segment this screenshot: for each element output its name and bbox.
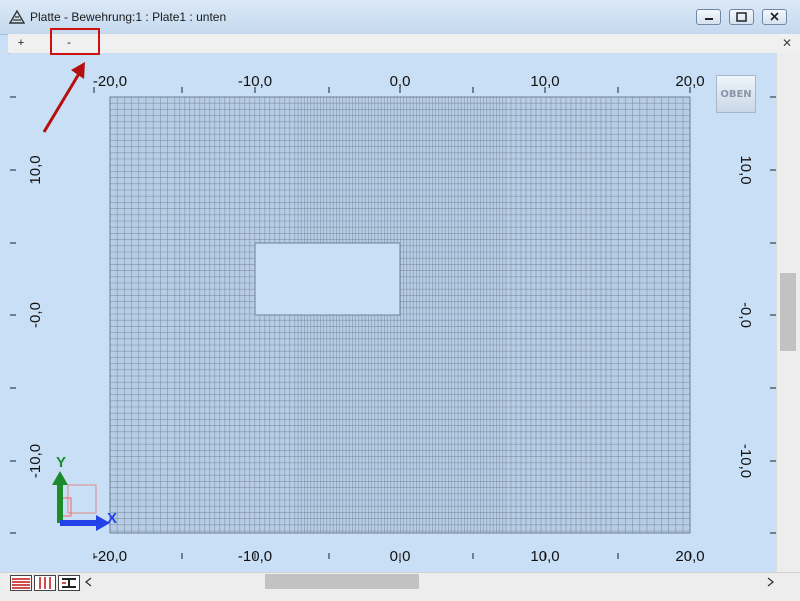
ruler-label-top: 10,0 bbox=[530, 73, 559, 90]
ruler-label-bottom: 10,0 bbox=[530, 548, 559, 565]
ruler-label-right: -10,0 bbox=[737, 444, 754, 478]
horizontal-scrollbar[interactable] bbox=[82, 573, 782, 591]
horizontal-scroll-thumb bbox=[265, 574, 419, 589]
ruler-label-bottom: 0,0 bbox=[390, 548, 411, 565]
window-title: Platte - Bewehrung:1 : Plate1 : unten bbox=[30, 10, 227, 24]
x-axis-label: X bbox=[107, 510, 117, 527]
view-tab-bar: + - ✕ bbox=[8, 34, 800, 54]
plate-opening bbox=[254, 242, 401, 316]
ruler-label-top: -10,0 bbox=[238, 73, 272, 90]
ruler-label-top: 20,0 bbox=[675, 73, 704, 90]
close-icon bbox=[770, 12, 779, 21]
y-axis-label: Y bbox=[56, 454, 66, 471]
ruler-label-top: 0,0 bbox=[390, 73, 411, 90]
app-icon bbox=[8, 9, 26, 24]
scroll-right-icon bbox=[767, 577, 775, 587]
ruler-label-left: -10,0 bbox=[27, 444, 44, 478]
vertical-lines-icon[interactable] bbox=[34, 575, 56, 591]
ruler-label-top: -20,0 bbox=[93, 73, 127, 90]
tab-plus[interactable]: + bbox=[10, 35, 32, 52]
ruler-label-left: 10,0 bbox=[27, 155, 44, 184]
ruler-label-bottom: -20,0 bbox=[93, 548, 127, 565]
ruler-label-left: -0,0 bbox=[27, 302, 44, 328]
ruler-label-bottom: 20,0 bbox=[675, 548, 704, 565]
vertical-scrollbar[interactable] bbox=[776, 53, 800, 572]
coordinate-system-icon: Y X bbox=[52, 454, 117, 531]
vertical-scrollbar-track bbox=[780, 273, 796, 351]
close-button[interactable] bbox=[762, 9, 787, 25]
drawing-viewport[interactable]: -20,0 -10,0 0,0 10,0 20,0 -20,0 -10,0 0,0 10,0 20… bbox=[10, 53, 776, 572]
maximize-button[interactable] bbox=[729, 9, 754, 25]
tab-close-icon[interactable]: ✕ bbox=[782, 36, 792, 50]
minimize-button[interactable] bbox=[696, 9, 721, 25]
title-bar: Platte - Bewehrung:1 : Plate1 : unten bbox=[0, 0, 800, 35]
ruler-label-right: -0,0 bbox=[737, 302, 754, 328]
horizontal-lines-icon[interactable] bbox=[10, 575, 32, 591]
view-cube-oben[interactable]: OBEN bbox=[716, 75, 756, 113]
bottom-bar bbox=[0, 572, 800, 601]
annotation-arrow-icon bbox=[42, 62, 85, 133]
minimize-icon bbox=[705, 18, 713, 20]
ruler-label-bottom: -10,0 bbox=[238, 548, 272, 565]
annotation-highlight-box bbox=[50, 28, 100, 55]
scroll-left-icon bbox=[84, 577, 92, 587]
section-icon[interactable] bbox=[58, 575, 80, 591]
maximize-icon bbox=[736, 12, 747, 22]
ruler-label-right: 10,0 bbox=[737, 155, 754, 184]
